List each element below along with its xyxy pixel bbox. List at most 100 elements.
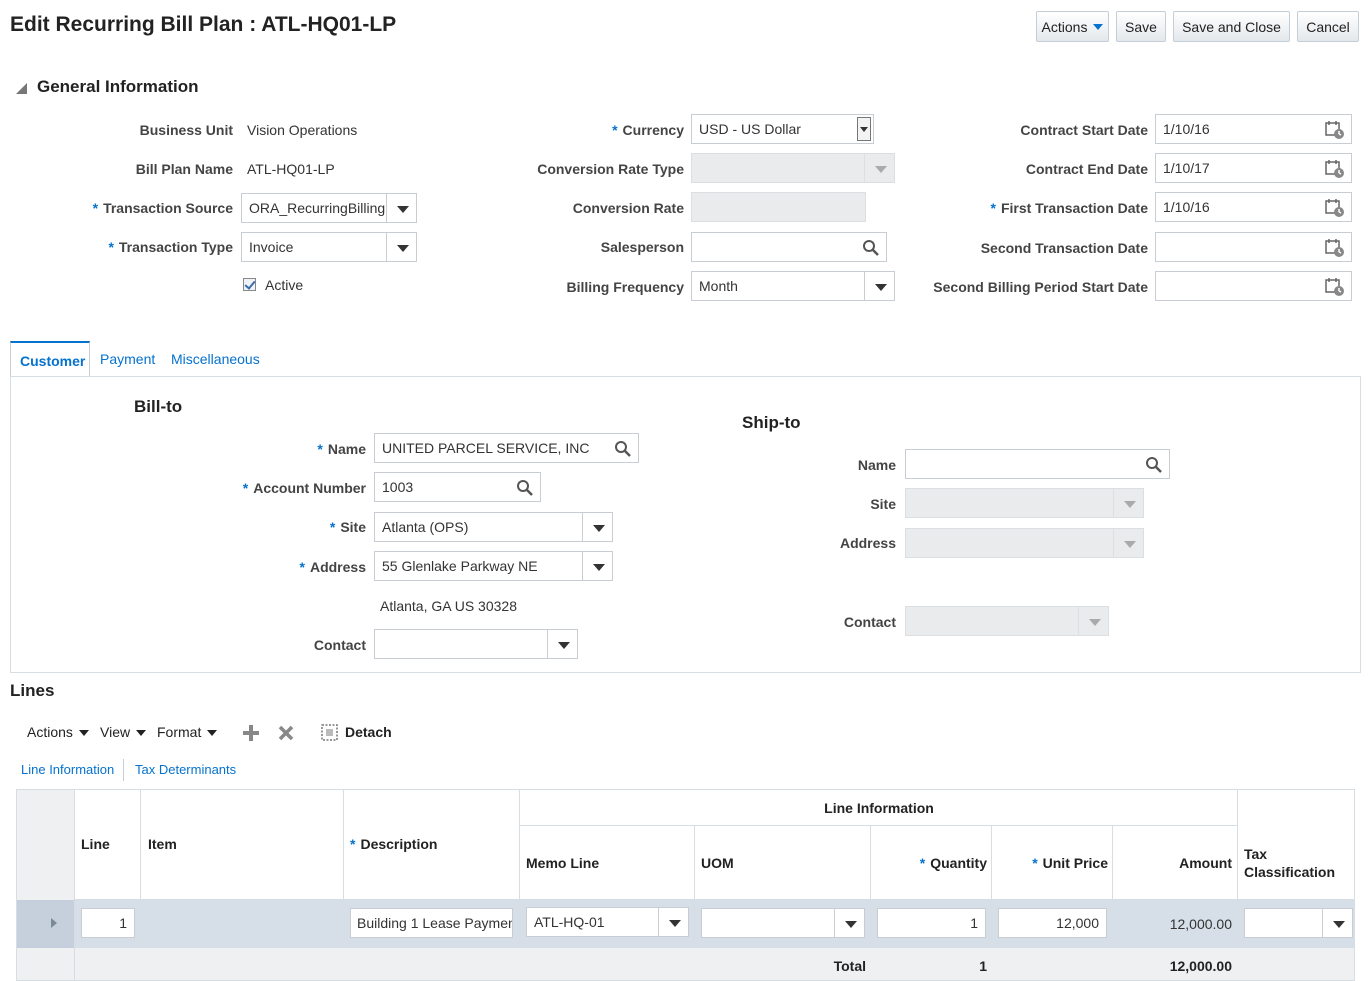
search-icon[interactable]: [614, 440, 632, 458]
search-icon[interactable]: [862, 239, 880, 257]
contract-start-label: Contract Start Date: [1020, 122, 1148, 138]
transaction-source-label: * Transaction Source: [93, 200, 233, 216]
chevron-down-icon: [78, 730, 89, 737]
active-checkbox[interactable]: [243, 278, 256, 291]
lines-actions-menu[interactable]: Actions: [27, 724, 89, 740]
conversion-rate-label: Conversion Rate: [572, 200, 684, 216]
search-icon[interactable]: [516, 479, 534, 497]
collapse-triangle-icon[interactable]: [16, 83, 27, 94]
tax-classification-select[interactable]: [1244, 908, 1353, 938]
col-divider: [74, 790, 75, 980]
chevron-down-icon[interactable]: [834, 909, 864, 937]
transaction-source-select[interactable]: ORA_RecurringBilling: [241, 193, 417, 223]
chevron-down-icon[interactable]: [1322, 909, 1352, 937]
business-unit-value: Vision Operations: [247, 122, 358, 138]
col-header-line[interactable]: Line: [81, 836, 110, 852]
col-header-tax-classification[interactable]: Tax Classification: [1244, 845, 1354, 881]
lines-format-menu[interactable]: Format: [157, 724, 218, 740]
add-icon[interactable]: [242, 724, 260, 742]
salesperson-input[interactable]: [691, 232, 887, 262]
tab-customer[interactable]: Customer: [10, 341, 90, 377]
line-number-input[interactable]: 1: [81, 908, 135, 938]
chevron-down-icon[interactable]: [582, 513, 612, 541]
shipto-site-label: Site: [870, 496, 896, 512]
chevron-down-icon[interactable]: [857, 117, 871, 141]
transaction-type-select[interactable]: Invoice: [241, 232, 417, 262]
lines-table: Line Item * Description Line Information …: [16, 789, 1355, 981]
save-and-close-button[interactable]: Save and Close: [1173, 11, 1290, 42]
actions-menu-button[interactable]: Actions: [1036, 11, 1109, 42]
col-header-quantity[interactable]: * Quantity: [871, 855, 987, 871]
currency-label: * Currency: [612, 122, 684, 138]
first-transaction-date-label-text: First Transaction Date: [1000, 200, 1148, 216]
billto-account-input[interactable]: 1003: [374, 472, 541, 502]
first-transaction-date-input[interactable]: 1/10/16: [1155, 192, 1352, 222]
delete-icon[interactable]: [277, 724, 295, 742]
billto-address-line2: Atlanta, GA US 30328: [380, 598, 517, 614]
col-header-description[interactable]: * Description: [350, 836, 437, 852]
required-mark: *: [1032, 855, 1038, 871]
calendar-icon[interactable]: [1325, 238, 1345, 258]
required-mark: *: [242, 480, 249, 496]
uom-select[interactable]: [701, 908, 865, 938]
contract-end-input[interactable]: 1/10/17: [1155, 153, 1352, 183]
billto-site-select[interactable]: Atlanta (OPS): [374, 512, 613, 542]
billto-name-label-text: Name: [327, 441, 366, 457]
save-button[interactable]: Save: [1116, 11, 1166, 42]
tab-miscellaneous[interactable]: Miscellaneous: [171, 341, 260, 377]
col-header-quantity-text: Quantity: [930, 855, 987, 871]
first-transaction-date-label: * First Transaction Date: [991, 200, 1149, 216]
subtab-line-information[interactable]: Line Information: [21, 762, 114, 777]
chevron-down-icon[interactable]: [582, 552, 612, 580]
col-header-item[interactable]: Item: [148, 836, 177, 852]
col-header-memo-line[interactable]: Memo Line: [526, 855, 599, 871]
calendar-icon[interactable]: [1325, 198, 1345, 218]
billto-account-label-text: Account Number: [253, 480, 366, 496]
shipto-name-input[interactable]: [905, 449, 1170, 479]
calendar-icon[interactable]: [1325, 277, 1345, 297]
page-title: Edit Recurring Bill Plan : ATL-HQ01-LP: [10, 13, 397, 36]
currency-label-text: Currency: [622, 122, 684, 138]
required-mark: *: [92, 200, 99, 216]
cancel-button[interactable]: Cancel: [1297, 11, 1359, 42]
detach-button[interactable]: Detach: [345, 724, 392, 740]
billto-contact-select[interactable]: [374, 629, 578, 659]
chevron-down-icon: [136, 730, 147, 737]
col-header-uom[interactable]: UOM: [701, 855, 734, 871]
second-billing-period-input[interactable]: [1155, 271, 1352, 301]
lines-format-label: Format: [157, 724, 202, 740]
search-icon[interactable]: [1145, 456, 1163, 474]
description-input[interactable]: Building 1 Lease Payment: [350, 908, 513, 938]
billto-name-input[interactable]: UNITED PARCEL SERVICE, INC: [374, 433, 639, 463]
total-amount: 12,000.00: [1169, 958, 1232, 974]
billing-frequency-select[interactable]: Month: [691, 271, 895, 301]
contract-start-input[interactable]: 1/10/16: [1155, 114, 1352, 144]
chevron-down-icon[interactable]: [864, 272, 894, 300]
tab-payment[interactable]: Payment: [100, 341, 155, 377]
quantity-input[interactable]: 1: [877, 908, 986, 938]
currency-select[interactable]: USD - US Dollar: [691, 114, 874, 144]
lines-view-menu[interactable]: View: [100, 724, 147, 740]
unit-price-input[interactable]: 12,000: [998, 908, 1107, 938]
conversion-rate-type-select: [691, 153, 895, 183]
calendar-icon[interactable]: [1325, 159, 1345, 179]
col-header-amount[interactable]: Amount: [1113, 855, 1232, 871]
billto-address-value: 55 Glenlake Parkway NE: [382, 558, 538, 574]
col-header-unit-price[interactable]: * Unit Price: [992, 855, 1108, 871]
memo-line-select[interactable]: ATL-HQ-01: [526, 907, 689, 937]
chevron-down-icon[interactable]: [658, 908, 688, 936]
billto-address-select[interactable]: 55 Glenlake Parkway NE: [374, 551, 613, 581]
currency-value: USD - US Dollar: [699, 121, 801, 137]
chevron-down-icon[interactable]: [386, 194, 416, 222]
second-transaction-date-input[interactable]: [1155, 232, 1352, 262]
subtab-tax-determinants[interactable]: Tax Determinants: [135, 762, 236, 777]
billto-account-label: * Account Number: [243, 480, 366, 496]
shipto-contact-label: Contact: [843, 614, 896, 630]
ship-to-title: Ship-to: [742, 413, 801, 432]
row-expand-icon[interactable]: [51, 918, 57, 928]
calendar-icon[interactable]: [1325, 120, 1345, 140]
detach-icon[interactable]: [321, 724, 338, 741]
billto-site-value: Atlanta (OPS): [382, 519, 469, 535]
chevron-down-icon[interactable]: [547, 630, 577, 658]
chevron-down-icon[interactable]: [386, 233, 416, 261]
